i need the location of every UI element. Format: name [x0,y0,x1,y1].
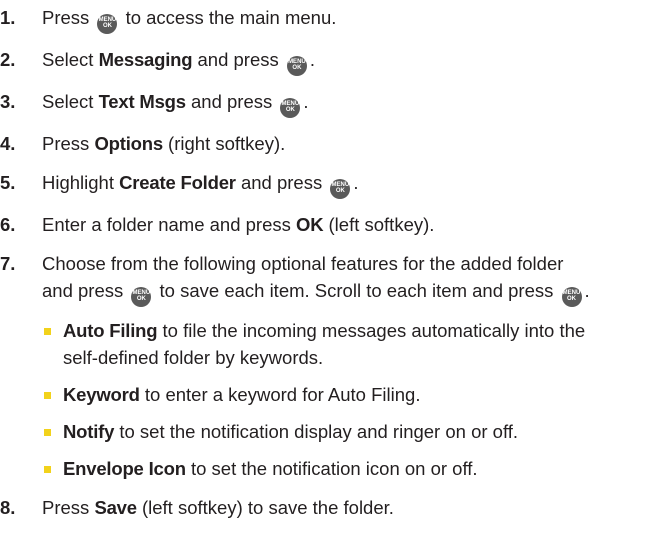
step-number: 3. [0,91,16,112]
step-text: and press [235,172,328,193]
step-text: Press [42,497,95,518]
step-number: 7. [0,253,16,274]
feature-item: Notify to set the notification display a… [42,418,670,445]
menu-ok-key-icon: MENU OK [330,179,351,199]
step-number: 6. [0,214,16,235]
menu-ok-key-icon: MENU OK [561,287,582,307]
step-number: 2. [0,49,16,70]
feature-name: Envelope Icon [63,458,186,479]
step-text: Enter a folder name and press [42,214,297,235]
bullet-square-icon [44,429,51,436]
step-text: Select [42,91,99,112]
menu-item-name: Create Folder [119,172,236,193]
step-number: 8. [0,497,16,518]
menu-ok-key-icon: MENU OK [286,56,307,76]
menu-ok-key-icon: MENU OK [97,14,118,34]
feature-item: Keyword to enter a keyword for Auto Fili… [42,381,670,408]
step-text: and press [185,91,278,112]
step-text: and press [192,49,284,70]
menu-ok-key-icon: MENU OK [131,287,152,307]
step-text: (left softkey) to save the folder. [136,497,394,518]
softkey-name: OK [296,214,324,235]
menu-ok-key-icon: MENU OK [280,98,301,118]
feature-item: Auto Filing to file the incoming message… [42,317,670,371]
step-text: Press [42,7,95,28]
softkey-name: Options [94,133,163,154]
step-text: and press [42,280,129,301]
step-text: to save each item. Scroll to each item a… [154,280,559,301]
softkey-name: Save [94,497,137,518]
step-4: 4. Press Options (right softkey). [0,130,670,157]
step-text: . [309,49,316,70]
feature-text: to set the notification display and ring… [114,421,519,442]
step-1: 1. Press MENU OK to access the main menu. [0,4,670,34]
step-text: (left softkey). [323,214,435,235]
step-number: 1. [0,7,16,28]
step-number: 5. [0,172,16,193]
feature-name: Auto Filing [63,320,158,341]
feature-text: to set the notification icon on or off. [185,458,478,479]
step-text: (right softkey). [162,133,286,154]
bullet-square-icon [44,466,51,473]
feature-text: to file the incoming messages automatica… [157,320,586,341]
step-6: 6. Enter a folder name and press OK (lef… [0,211,670,238]
feature-name: Keyword [63,384,140,405]
bullet-square-icon [44,328,51,335]
feature-text: self-defined folder by keywords. [63,347,324,368]
step-text: . [353,172,359,193]
step-2: 2. Select Messaging and press MENU OK. [0,46,670,76]
feature-list: Auto Filing to file the incoming message… [42,317,670,482]
bullet-square-icon [44,392,51,399]
menu-item-name: Messaging [98,49,193,70]
step-text: Highlight [42,172,120,193]
step-text: Select [42,49,99,70]
feature-item: Envelope Icon to set the notification ic… [42,455,670,482]
step-text: Choose from the following optional featu… [42,253,564,274]
step-text: Press [42,133,95,154]
step-text: to access the main menu. [120,7,337,28]
step-text: . [584,280,590,301]
instruction-list: 1. Press MENU OK to access the main menu.… [0,4,670,521]
feature-name: Notify [63,421,115,442]
menu-item-name: Text Msgs [98,91,186,112]
step-5: 5. Highlight Create Folder and press MEN… [0,169,670,199]
step-8: 8. Press Save (left softkey) to save the… [0,494,670,521]
step-text: . [303,91,309,112]
step-3: 3. Select Text Msgs and press MENU OK. [0,88,670,118]
step-7: 7. Choose from the following optional fe… [0,250,670,482]
feature-text: to enter a keyword for Auto Filing. [139,384,421,405]
step-number: 4. [0,133,16,154]
